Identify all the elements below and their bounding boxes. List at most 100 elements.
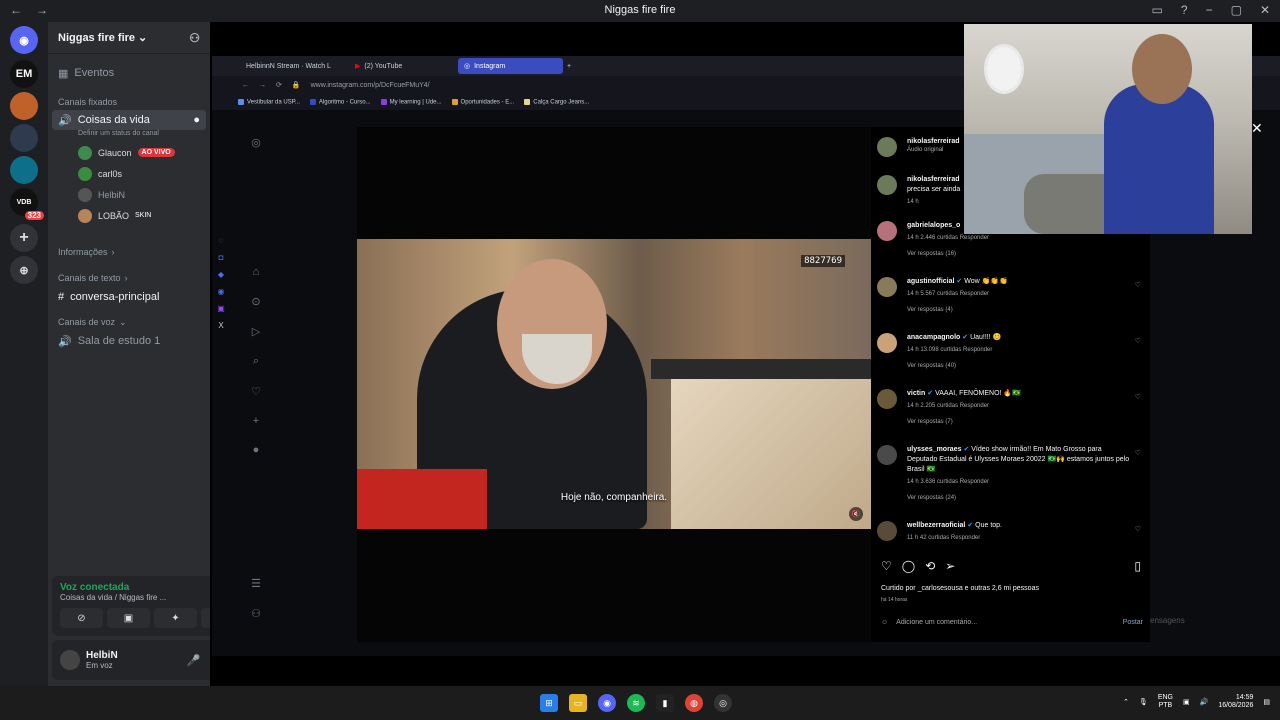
refresh-icon[interactable]: ◌ <box>216 236 226 245</box>
server-vdb[interactable]: VDB <box>10 188 44 220</box>
bookmark-item[interactable]: Vestibular da USP... <box>238 98 300 105</box>
volume-icon[interactable]: 🔊 <box>1200 698 1209 706</box>
network-icon[interactable]: ▣ <box>1183 698 1190 706</box>
bag-icon[interactable]: ◘ <box>216 253 226 262</box>
like-heart-icon[interactable]: ♡ <box>1135 337 1141 345</box>
minimize-button[interactable]: − <box>1206 3 1213 17</box>
bookmark-item[interactable]: Algoritmo - Curso... <box>309 98 371 105</box>
comment-user[interactable]: ulysses_moraes <box>907 446 961 453</box>
tray-arrow-icon[interactable]: ⌃ <box>1123 698 1129 706</box>
twitch-icon[interactable]: ▣ <box>216 304 226 313</box>
like-icon[interactable]: ♡ <box>881 559 892 573</box>
mic-tray-icon[interactable]: 🎙 <box>1139 698 1148 706</box>
member-carl0s[interactable]: carl0s <box>48 163 210 184</box>
avatar[interactable] <box>877 521 897 541</box>
view-replies[interactable]: Ver respostas (24) <box>907 495 1147 501</box>
like-heart-icon[interactable]: ♡ <box>1135 449 1141 457</box>
back-icon[interactable]: ← <box>242 82 249 89</box>
comment-user[interactable]: nikolasferreirad <box>907 138 960 145</box>
voice-channel-coisas[interactable]: 🔊 Coisas da vida ● <box>52 110 206 130</box>
avatar[interactable] <box>877 445 897 465</box>
guild-header[interactable]: Niggas fire fire ⌄ ⚇ <box>48 22 210 54</box>
events-link[interactable]: ▦ Eventos <box>48 62 210 84</box>
tab-instagram[interactable]: ◎ Instagram <box>458 58 563 74</box>
add-member-icon[interactable]: ⚇ <box>189 31 200 45</box>
activities-icon[interactable]: ✦ <box>154 608 197 628</box>
url-field[interactable]: www.instagram.com/p/DcFcueFMuY4/ <box>311 82 430 89</box>
tab-youtube[interactable]: ▶ (2) YouTube <box>349 58 454 74</box>
reload-icon[interactable]: ⟳ <box>276 81 282 89</box>
avatar[interactable] <box>60 650 80 670</box>
comment-user[interactable]: anacampagnolo <box>907 334 960 341</box>
comment-user[interactable]: wellbezerraoficial <box>907 522 965 529</box>
maximize-button[interactable]: ▢ <box>1231 3 1242 17</box>
text-channel-conversa[interactable]: # conversa-principal <box>48 286 210 308</box>
bookmark-item[interactable]: My learning | Ude... <box>380 98 442 105</box>
member-helbin[interactable]: HelbiN <box>48 184 210 205</box>
close-modal-icon[interactable]: ✕ <box>1251 120 1263 137</box>
discord-icon[interactable]: ◉ <box>598 694 616 712</box>
server-em[interactable]: EM <box>10 60 38 88</box>
microphone-icon[interactable]: 🎤 <box>187 654 201 667</box>
comment-user[interactable]: gabrielalopes_o <box>907 222 960 229</box>
chat-icon[interactable]: ● <box>193 114 200 126</box>
view-replies[interactable]: Ver respostas (16) <box>907 251 1147 257</box>
comment-user[interactable]: agustinofficial <box>907 278 954 285</box>
user-info[interactable]: HelbiN Em voz <box>86 650 118 670</box>
x-icon[interactable]: X <box>216 321 226 330</box>
bookmark-save-icon[interactable]: ▯ <box>1134 559 1141 573</box>
avatar[interactable] <box>877 175 897 195</box>
member-glaucon[interactable]: Glaucon AO VIVO <box>48 142 210 163</box>
comment-input[interactable]: Adicione um comentário... <box>896 619 977 626</box>
server-blue-icon[interactable] <box>10 156 38 184</box>
messenger-icon[interactable]: ◆ <box>216 270 226 279</box>
heart-icon[interactable]: ♡ <box>251 385 261 398</box>
like-heart-icon[interactable]: ♡ <box>1135 525 1141 533</box>
tab-twitch[interactable]: HelbinnN Stream · Watch L <box>240 58 345 74</box>
comment-user[interactable]: victin <box>907 390 925 397</box>
mute-icon[interactable]: 🔇 <box>849 507 863 521</box>
like-heart-icon[interactable]: ♡ <box>1135 393 1141 401</box>
comment-user[interactable]: nikolasferreirad <box>907 176 960 183</box>
comment-icon[interactable]: ◯ <box>902 559 915 573</box>
avatar[interactable] <box>877 389 897 409</box>
search-icon[interactable]: ⌕ <box>253 355 259 368</box>
avatar[interactable] <box>877 333 897 353</box>
member-lobao[interactable]: LOBÃO SKIN <box>48 205 210 226</box>
add-server-icon[interactable]: + <box>10 224 38 252</box>
steam-icon[interactable]: ◎ <box>714 694 732 712</box>
avatar[interactable] <box>877 221 897 241</box>
explore-icon[interactable]: ⊕ <box>10 256 38 284</box>
share-icon[interactable]: ➢ <box>945 559 955 573</box>
reels-icon[interactable]: ▷ <box>252 325 260 338</box>
audio-app-icon[interactable]: ▮ <box>656 694 674 712</box>
avatar[interactable] <box>877 277 897 297</box>
spotify-icon[interactable]: ≋ <box>627 694 645 712</box>
bookmark-item[interactable]: Calça Cargo Jeans... <box>524 98 589 105</box>
info-header[interactable]: Informações › <box>48 244 210 260</box>
close-button[interactable]: ✕ <box>1260 3 1270 17</box>
language-indicator[interactable]: ENG PTB <box>1158 694 1173 710</box>
set-status[interactable]: Definir um status do canal <box>48 130 210 142</box>
text-channels-header[interactable]: Canais de texto › <box>48 270 210 286</box>
chrome-icon[interactable]: ◍ <box>685 694 703 712</box>
explore-icon[interactable]: ⊙ <box>251 295 260 308</box>
webcam-overlay[interactable] <box>964 24 1252 234</box>
like-heart-icon[interactable]: ♡ <box>1135 281 1141 289</box>
repost-icon[interactable]: ⟲ <box>925 559 935 573</box>
apps-icon[interactable]: ⚇ <box>251 607 261 620</box>
inbox-icon[interactable]: ▭ <box>1152 3 1163 17</box>
voice-channels-header[interactable]: Canais de voz ⌄ <box>48 314 210 330</box>
emoji-icon[interactable]: ☺ <box>881 619 888 626</box>
view-replies[interactable]: Ver respostas (7) <box>907 419 1147 425</box>
whatsapp-icon[interactable]: ◉ <box>216 287 226 296</box>
forward-icon[interactable]: → <box>259 82 266 89</box>
new-tab-icon[interactable]: + <box>567 63 571 70</box>
instagram-logo-icon[interactable]: ◎ <box>251 136 261 149</box>
screen-share-icon[interactable]: ▣ <box>107 608 150 628</box>
home-icon[interactable]: ⌂ <box>253 266 260 278</box>
clock[interactable]: 14:59 16/08/2026 <box>1218 694 1253 710</box>
voice-channel-sala[interactable]: 🔊 Sala de estudo 1 <box>48 330 210 352</box>
notification-icon[interactable]: ▤ <box>1263 698 1270 706</box>
create-icon[interactable]: + <box>253 415 259 427</box>
